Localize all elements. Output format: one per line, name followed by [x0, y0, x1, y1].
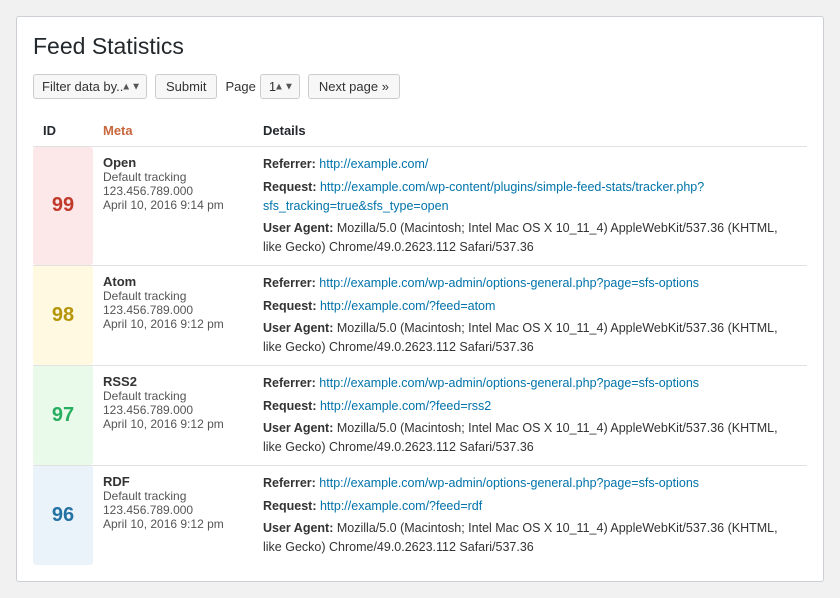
filter-select-wrapper: Filter data by.. ▲▼ — [33, 74, 147, 99]
referrer-line: Referrer: http://example.com/ — [263, 155, 797, 174]
useragent-label: User Agent: — [263, 421, 333, 435]
referrer-link[interactable]: http://example.com/wp-admin/options-gene… — [319, 276, 699, 290]
meta-date: April 10, 2016 9:12 pm — [103, 317, 243, 331]
col-header-details: Details — [253, 115, 807, 147]
request-label: Request: — [263, 399, 316, 413]
id-cell: 96 — [33, 465, 93, 565]
referrer-label: Referrer: — [263, 276, 316, 290]
meta-tracking: Default tracking — [103, 289, 243, 303]
filter-select[interactable]: Filter data by.. — [33, 74, 147, 99]
meta-ip: 123.456.789.000 — [103, 303, 243, 317]
col-header-id: ID — [33, 115, 93, 147]
meta-cell: RDF Default tracking 123.456.789.000 Apr… — [93, 465, 253, 565]
useragent-label: User Agent: — [263, 521, 333, 535]
request-line: Request: http://example.com/wp-content/p… — [263, 178, 797, 216]
table-row: 99 Open Default tracking 123.456.789.000… — [33, 147, 807, 266]
page-select[interactable]: 1 — [260, 74, 300, 99]
page-select-wrapper: Page 1 ▲▼ — [225, 74, 299, 99]
useragent-line: User Agent: Mozilla/5.0 (Macintosh; Inte… — [263, 419, 797, 457]
meta-ip: 123.456.789.000 — [103, 184, 243, 198]
request-link[interactable]: http://example.com/?feed=atom — [320, 299, 495, 313]
referrer-label: Referrer: — [263, 157, 316, 171]
request-link[interactable]: http://example.com/wp-content/plugins/si… — [263, 180, 704, 213]
request-link[interactable]: http://example.com/?feed=rss2 — [320, 399, 491, 413]
useragent-line: User Agent: Mozilla/5.0 (Macintosh; Inte… — [263, 319, 797, 357]
request-label: Request: — [263, 180, 316, 194]
useragent-label: User Agent: — [263, 321, 333, 335]
referrer-line: Referrer: http://example.com/wp-admin/op… — [263, 374, 797, 393]
request-line: Request: http://example.com/?feed=rss2 — [263, 397, 797, 416]
meta-type: RSS2 — [103, 374, 243, 389]
referrer-line: Referrer: http://example.com/wp-admin/op… — [263, 274, 797, 293]
id-cell: 97 — [33, 365, 93, 465]
details-cell: Referrer: http://example.com/ Request: h… — [253, 147, 807, 266]
submit-button[interactable]: Submit — [155, 74, 217, 99]
meta-ip: 123.456.789.000 — [103, 403, 243, 417]
referrer-link[interactable]: http://example.com/wp-admin/options-gene… — [319, 476, 699, 490]
meta-cell: RSS2 Default tracking 123.456.789.000 Ap… — [93, 365, 253, 465]
table-header-row: ID Meta Details — [33, 115, 807, 147]
id-cell: 98 — [33, 265, 93, 365]
request-label: Request: — [263, 299, 316, 313]
main-container: Feed Statistics Filter data by.. ▲▼ Subm… — [16, 16, 824, 582]
details-cell: Referrer: http://example.com/wp-admin/op… — [253, 465, 807, 565]
page-label: Page — [225, 79, 255, 94]
table-row: 98 Atom Default tracking 123.456.789.000… — [33, 265, 807, 365]
meta-ip: 123.456.789.000 — [103, 503, 243, 517]
useragent-text: Mozilla/5.0 (Macintosh; Intel Mac OS X 1… — [263, 421, 778, 454]
meta-date: April 10, 2016 9:12 pm — [103, 417, 243, 431]
page-number-wrapper: 1 ▲▼ — [260, 74, 300, 99]
request-line: Request: http://example.com/?feed=rdf — [263, 497, 797, 516]
referrer-label: Referrer: — [263, 376, 316, 390]
meta-cell: Open Default tracking 123.456.789.000 Ap… — [93, 147, 253, 266]
useragent-line: User Agent: Mozilla/5.0 (Macintosh; Inte… — [263, 219, 797, 257]
referrer-link[interactable]: http://example.com/ — [319, 157, 428, 171]
next-page-button[interactable]: Next page » — [308, 74, 400, 99]
meta-type: Open — [103, 155, 243, 170]
meta-type: RDF — [103, 474, 243, 489]
meta-date: April 10, 2016 9:12 pm — [103, 517, 243, 531]
meta-type: Atom — [103, 274, 243, 289]
referrer-link[interactable]: http://example.com/wp-admin/options-gene… — [319, 376, 699, 390]
useragent-text: Mozilla/5.0 (Macintosh; Intel Mac OS X 1… — [263, 321, 778, 354]
meta-tracking: Default tracking — [103, 489, 243, 503]
details-cell: Referrer: http://example.com/wp-admin/op… — [253, 365, 807, 465]
table-row: 96 RDF Default tracking 123.456.789.000 … — [33, 465, 807, 565]
useragent-text: Mozilla/5.0 (Macintosh; Intel Mac OS X 1… — [263, 521, 778, 554]
feed-stats-table: ID Meta Details 99 Open Default tracking… — [33, 115, 807, 565]
toolbar: Filter data by.. ▲▼ Submit Page 1 ▲▼ Nex… — [33, 74, 807, 99]
useragent-label: User Agent: — [263, 221, 333, 235]
meta-date: April 10, 2016 9:14 pm — [103, 198, 243, 212]
referrer-line: Referrer: http://example.com/wp-admin/op… — [263, 474, 797, 493]
page-title: Feed Statistics — [33, 33, 807, 60]
meta-tracking: Default tracking — [103, 389, 243, 403]
request-line: Request: http://example.com/?feed=atom — [263, 297, 797, 316]
useragent-line: User Agent: Mozilla/5.0 (Macintosh; Inte… — [263, 519, 797, 557]
useragent-text: Mozilla/5.0 (Macintosh; Intel Mac OS X 1… — [263, 221, 778, 254]
col-header-meta: Meta — [93, 115, 253, 147]
meta-cell: Atom Default tracking 123.456.789.000 Ap… — [93, 265, 253, 365]
id-cell: 99 — [33, 147, 93, 266]
request-label: Request: — [263, 499, 316, 513]
request-link[interactable]: http://example.com/?feed=rdf — [320, 499, 482, 513]
meta-tracking: Default tracking — [103, 170, 243, 184]
details-cell: Referrer: http://example.com/wp-admin/op… — [253, 265, 807, 365]
referrer-label: Referrer: — [263, 476, 316, 490]
table-row: 97 RSS2 Default tracking 123.456.789.000… — [33, 365, 807, 465]
